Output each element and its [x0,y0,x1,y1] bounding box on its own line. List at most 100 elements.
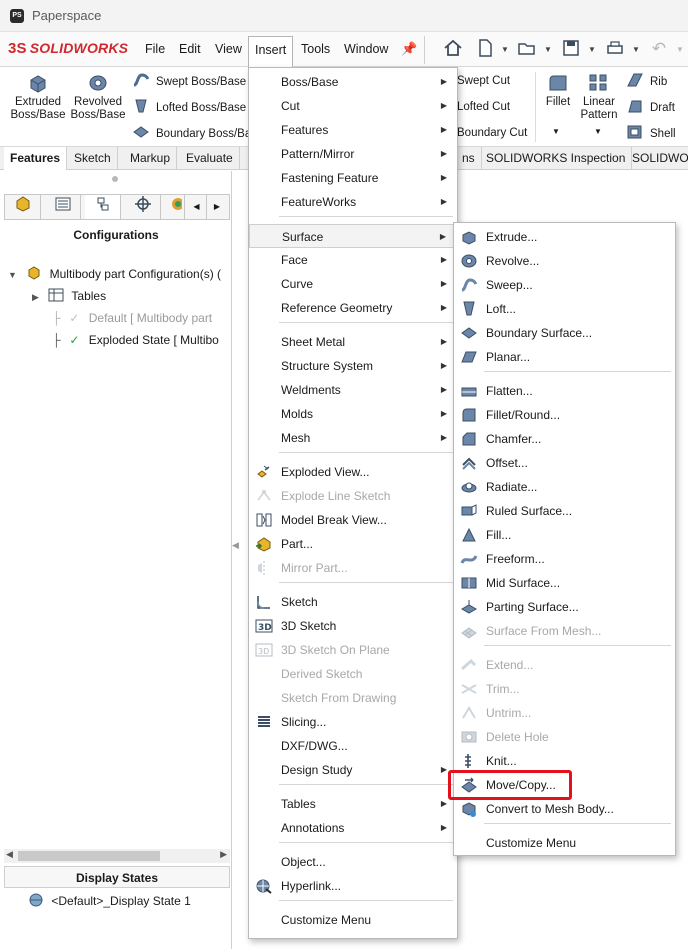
surface-menu-item-sweep[interactable]: Sweep... [454,273,675,297]
tree-root-configurations[interactable]: ▼ Multibody part Configuration(s) ( [8,264,221,284]
linear-pattern-button[interactable]: Linear Pattern [578,73,620,122]
property-manager-tab[interactable] [45,195,81,219]
surface-menu-item-offset[interactable]: Offset... [454,451,675,475]
surface-menu-item-fillet-round[interactable]: Fillet/Round... [454,403,675,427]
extruded-boss-button[interactable]: Extruded Boss/Base [8,73,68,122]
tree-item-tables[interactable]: ▶ Tables [32,286,106,306]
display-state-item[interactable]: <Default>_Display State 1 [28,891,191,911]
insert-menu-item-weldments[interactable]: Weldments ▶ [249,378,457,402]
new-document-icon[interactable] [474,38,496,60]
boundary-boss-button[interactable]: Boundary Boss/Ba [132,124,251,142]
chevron-left-icon[interactable]: ◀ [6,849,13,860]
insert-menu-item-hyperlink[interactable]: Hyperlink... [249,874,457,898]
insert-menu-item-molds[interactable]: Molds ▶ [249,402,457,426]
display-manager-tab[interactable] [165,195,185,219]
revolved-boss-button[interactable]: Revolved Boss/Base [68,73,128,122]
chevron-left-icon[interactable]: ◀ [187,195,207,219]
panel-splitter-icon[interactable]: ◀ [232,540,239,554]
insert-menu-item-sheet-metal[interactable]: Sheet Metal ▶ [249,330,457,354]
insert-menu-item-model-break-view[interactable]: Model Break View... [249,508,457,532]
surface-menu-item-customize-menu[interactable]: Customize Menu [454,831,675,855]
draft-button[interactable]: Draft [626,98,675,116]
insert-menu-item-featureworks[interactable]: FeatureWorks ▶ [249,190,457,214]
undo-icon[interactable]: ↶ [648,38,670,60]
scrollbar-thumb[interactable] [18,851,160,861]
lofted-cut-button[interactable]: Lofted Cut [457,98,510,116]
tab-markup[interactable]: Markup [124,147,178,170]
feature-manager-tab[interactable] [5,195,41,219]
menu-file[interactable]: File [139,36,171,63]
insert-menu-item-dxf-dwg[interactable]: DXF/DWG... [249,734,457,758]
chevron-down-icon[interactable]: ▼ [552,127,560,136]
insert-menu-item-3d-sketch[interactable]: 3D 3D Sketch [249,614,457,638]
menu-tools[interactable]: Tools [295,36,336,63]
tab-addins-partial[interactable]: ns [456,147,482,170]
chevron-down-icon[interactable]: ▼ [544,45,552,54]
insert-menu-item-mesh[interactable]: Mesh ▶ [249,426,457,450]
insert-menu-item-annotations[interactable]: Annotations ▶ [249,816,457,840]
surface-menu-item-boundary-surface[interactable]: Boundary Surface... [454,321,675,345]
surface-menu-item-parting-surface[interactable]: Parting Surface... [454,595,675,619]
insert-menu-item-design-study[interactable]: Design Study ▶ [249,758,457,782]
menu-insert[interactable]: Insert [248,36,294,68]
insert-menu-item-reference-geometry[interactable]: Reference Geometry ▶ [249,296,457,320]
tab-solidworks-inspection[interactable]: SOLIDWORKS Inspection [480,147,633,170]
surface-menu-item-ruled-surface[interactable]: Ruled Surface... [454,499,675,523]
surface-menu-item-fill[interactable]: Fill... [454,523,675,547]
surface-menu-item-extend[interactable]: Extend... [454,653,675,677]
horizontal-scrollbar[interactable]: ◀ ▶ [4,849,230,863]
boundary-cut-button[interactable]: Boundary Cut [457,124,527,142]
insert-menu-item-slicing[interactable]: Slicing... [249,710,457,734]
chevron-down-icon[interactable]: ▼ [632,45,640,54]
home-icon[interactable] [442,38,464,60]
rib-button[interactable]: Rib [626,72,667,90]
tab-sketch[interactable]: Sketch [68,147,118,170]
surface-menu-item-chamfer[interactable]: Chamfer... [454,427,675,451]
insert-menu-item-explode-line-sketch[interactable]: Explode Line Sketch [249,484,457,508]
insert-menu-item-derived-sketch[interactable]: Derived Sketch [249,662,457,686]
insert-menu-item-sketch-from-drawing[interactable]: Sketch From Drawing [249,686,457,710]
shell-button[interactable]: Shell [626,124,676,142]
chevron-down-icon[interactable]: ▼ [588,45,596,54]
swept-boss-button[interactable]: Swept Boss/Base [132,72,246,90]
pin-icon[interactable]: 📌 [401,41,417,57]
surface-menu-item-radiate[interactable]: Radiate... [454,475,675,499]
print-icon[interactable] [604,38,626,60]
tab-evaluate[interactable]: Evaluate [180,147,240,170]
fillet-button[interactable]: Fillet [540,73,576,109]
configuration-manager-tab[interactable] [85,195,121,219]
insert-menu-item-boss-base[interactable]: Boss/Base ▶ [249,70,457,94]
tab-features[interactable]: Features [4,147,68,170]
surface-menu-item-mid-surface[interactable]: Mid Surface... [454,571,675,595]
insert-menu-item-face[interactable]: Face ▶ [249,248,457,272]
surface-menu-item-flatten[interactable]: Flatten... [454,379,675,403]
insert-menu-item-surface[interactable]: Surface ▶ [249,224,457,248]
surface-menu-item-trim[interactable]: Trim... [454,677,675,701]
surface-menu-item-extrude[interactable]: Extrude... [454,225,675,249]
swept-cut-button[interactable]: Swept Cut [457,72,510,90]
tree-item-default-config[interactable]: ├ ✓ Default [ Multibody part [52,308,212,328]
surface-menu-item-untrim[interactable]: Untrim... [454,701,675,725]
insert-menu-item-object[interactable]: Object... [249,850,457,874]
insert-menu-item-fastening-feature[interactable]: Fastening Feature ▶ [249,166,457,190]
panel-grip[interactable] [112,176,118,182]
insert-menu-item-customize-menu[interactable]: Customize Menu [249,908,457,932]
menu-edit[interactable]: Edit [173,36,207,63]
save-icon[interactable] [560,38,582,60]
surface-menu-item-surface-from-mesh[interactable]: Surface From Mesh... [454,619,675,643]
chevron-right-icon[interactable]: ▶ [32,292,39,302]
insert-menu-item-features[interactable]: Features ▶ [249,118,457,142]
insert-menu-item-mirror-part[interactable]: Mirror Part... [249,556,457,580]
solidworks-logo[interactable]: 3S SOLIDWORKS [8,40,128,60]
insert-menu-item-part[interactable]: Part... [249,532,457,556]
tab-solidworks-partial[interactable]: SOLIDWO [626,147,688,170]
chevron-down-icon[interactable]: ▼ [8,270,17,280]
surface-menu-item-planar[interactable]: Planar... [454,345,675,369]
insert-menu-item-3d-sketch-on-plane[interactable]: 3D 3D Sketch On Plane [249,638,457,662]
surface-menu-item-revolve[interactable]: Revolve... [454,249,675,273]
surface-menu-item-loft[interactable]: Loft... [454,297,675,321]
menu-view[interactable]: View [209,36,248,63]
insert-menu-item-sketch[interactable]: Sketch [249,590,457,614]
open-folder-icon[interactable] [516,38,538,60]
surface-menu-item-convert-to-mesh-body[interactable]: Convert to Mesh Body... [454,797,675,821]
